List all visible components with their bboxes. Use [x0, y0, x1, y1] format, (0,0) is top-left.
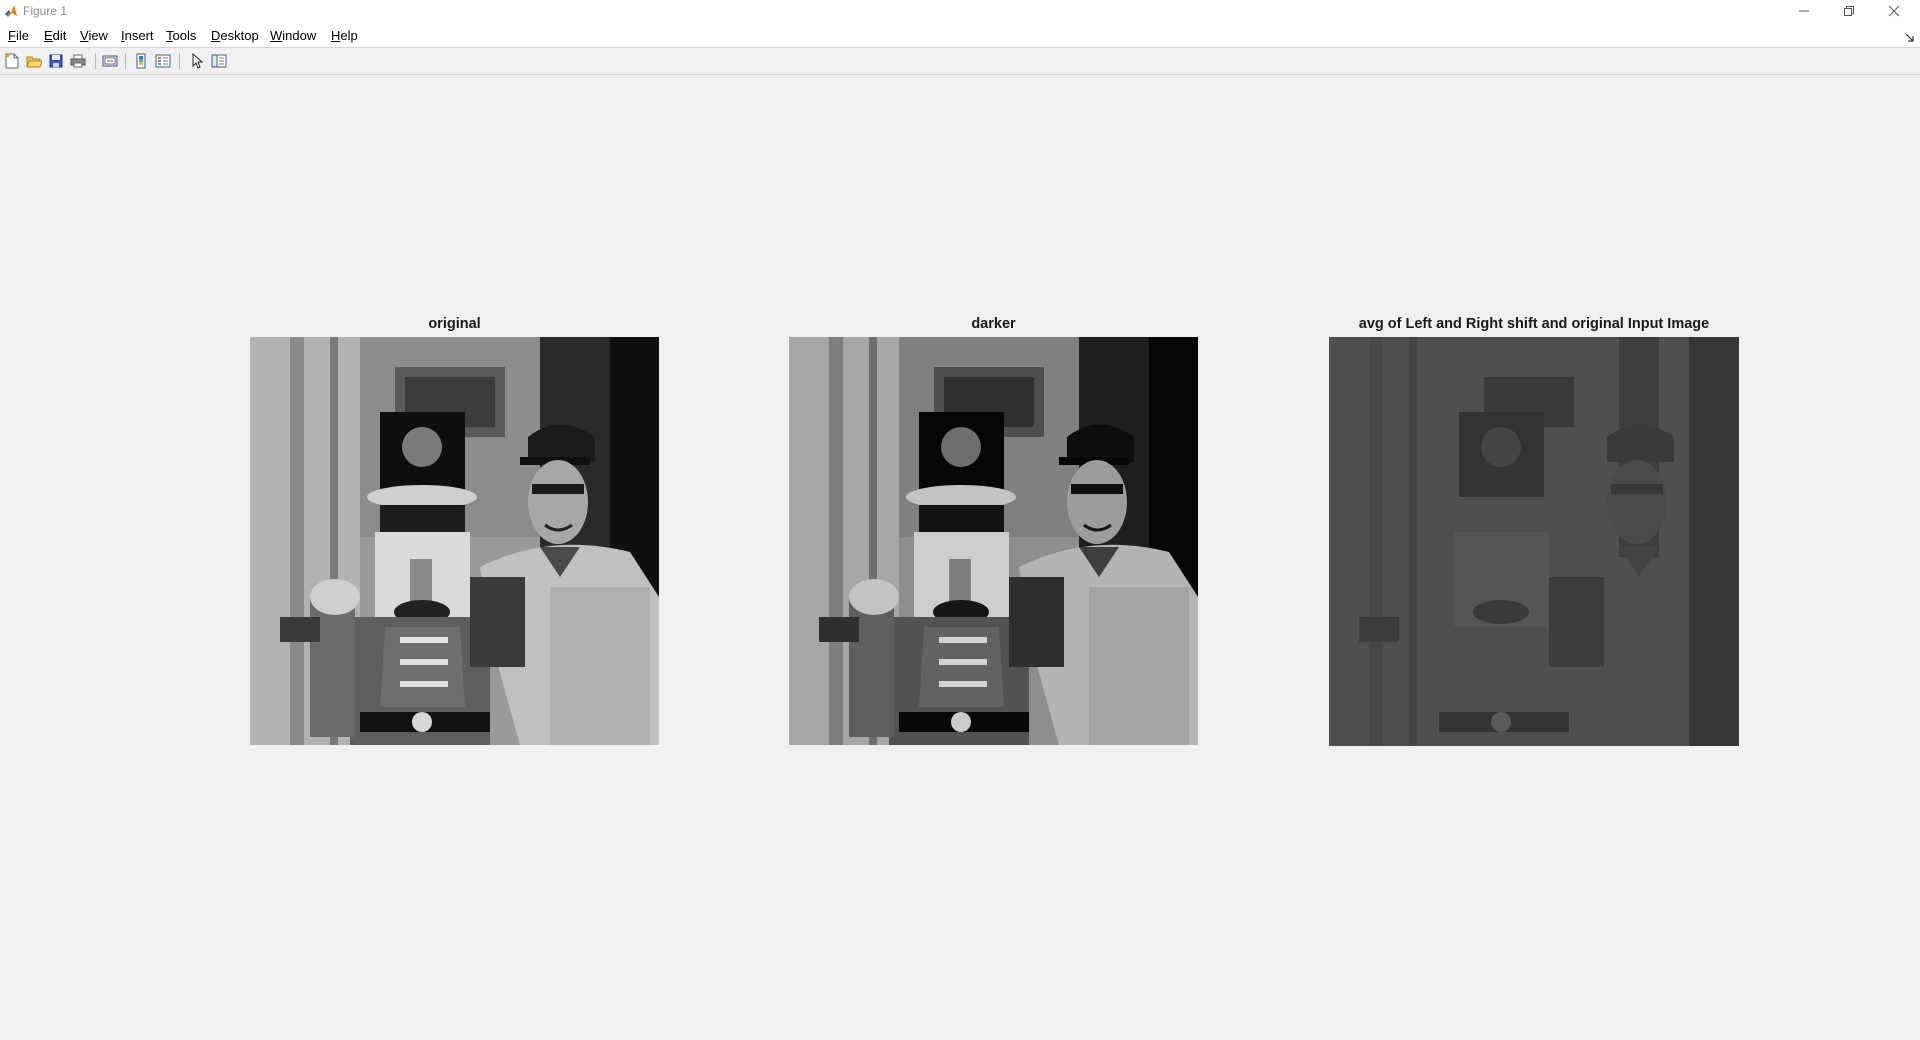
image-avg-shift[interactable] — [1329, 337, 1739, 746]
menu-window[interactable]: Window — [270, 28, 316, 43]
image-original[interactable] — [250, 337, 659, 745]
title-bar: Figure 1 — [0, 0, 1920, 24]
insert-colorbar-icon[interactable] — [132, 52, 150, 70]
link-plot-icon[interactable] — [101, 52, 119, 70]
save-icon[interactable] — [47, 52, 65, 70]
axes-title-avg: avg of Left and Right shift and original… — [1358, 316, 1710, 332]
menu-tools[interactable]: Tools — [166, 28, 196, 43]
menu-insert[interactable]: Insert — [121, 28, 154, 43]
print-icon[interactable] — [69, 52, 87, 70]
axes-title-original: original — [428, 316, 481, 332]
matlab-logo-icon — [4, 4, 18, 18]
menu-file[interactable]: File — [8, 28, 29, 43]
figure-canvas[interactable]: original darker avg of Left and Right sh… — [0, 75, 1920, 1040]
dock-figure-icon[interactable] — [1905, 30, 1915, 42]
restore-icon — [1844, 6, 1854, 16]
menu-bar: File Edit View Insert Tools Desktop Wind… — [0, 24, 1920, 48]
matlab-figure-window: Figure 1 File Edit View Insert Tools Des… — [0, 0, 1920, 1040]
menu-view[interactable]: View — [80, 28, 108, 43]
axes-title-darker: darker — [971, 316, 1016, 332]
figure-toolbar — [0, 48, 1920, 75]
close-icon — [1888, 5, 1900, 17]
restore-button[interactable] — [1826, 0, 1872, 22]
edit-plot-icon[interactable] — [188, 52, 206, 70]
toolbar-separator — [179, 53, 180, 69]
menu-edit[interactable]: Edit — [44, 28, 66, 43]
open-file-icon[interactable] — [25, 52, 43, 70]
window-title: Figure 1 — [23, 4, 68, 18]
minimize-button[interactable] — [1781, 0, 1827, 22]
close-button[interactable] — [1871, 0, 1917, 22]
toolbar-separator — [95, 53, 96, 69]
menu-desktop[interactable]: Desktop — [211, 28, 259, 43]
minimize-icon — [1799, 10, 1809, 12]
property-inspector-icon[interactable] — [210, 52, 228, 70]
new-figure-icon[interactable] — [3, 52, 21, 70]
menu-help[interactable]: Help — [331, 28, 358, 43]
toolbar-separator — [125, 53, 126, 69]
image-darker[interactable] — [789, 337, 1198, 745]
insert-legend-icon[interactable] — [154, 52, 172, 70]
